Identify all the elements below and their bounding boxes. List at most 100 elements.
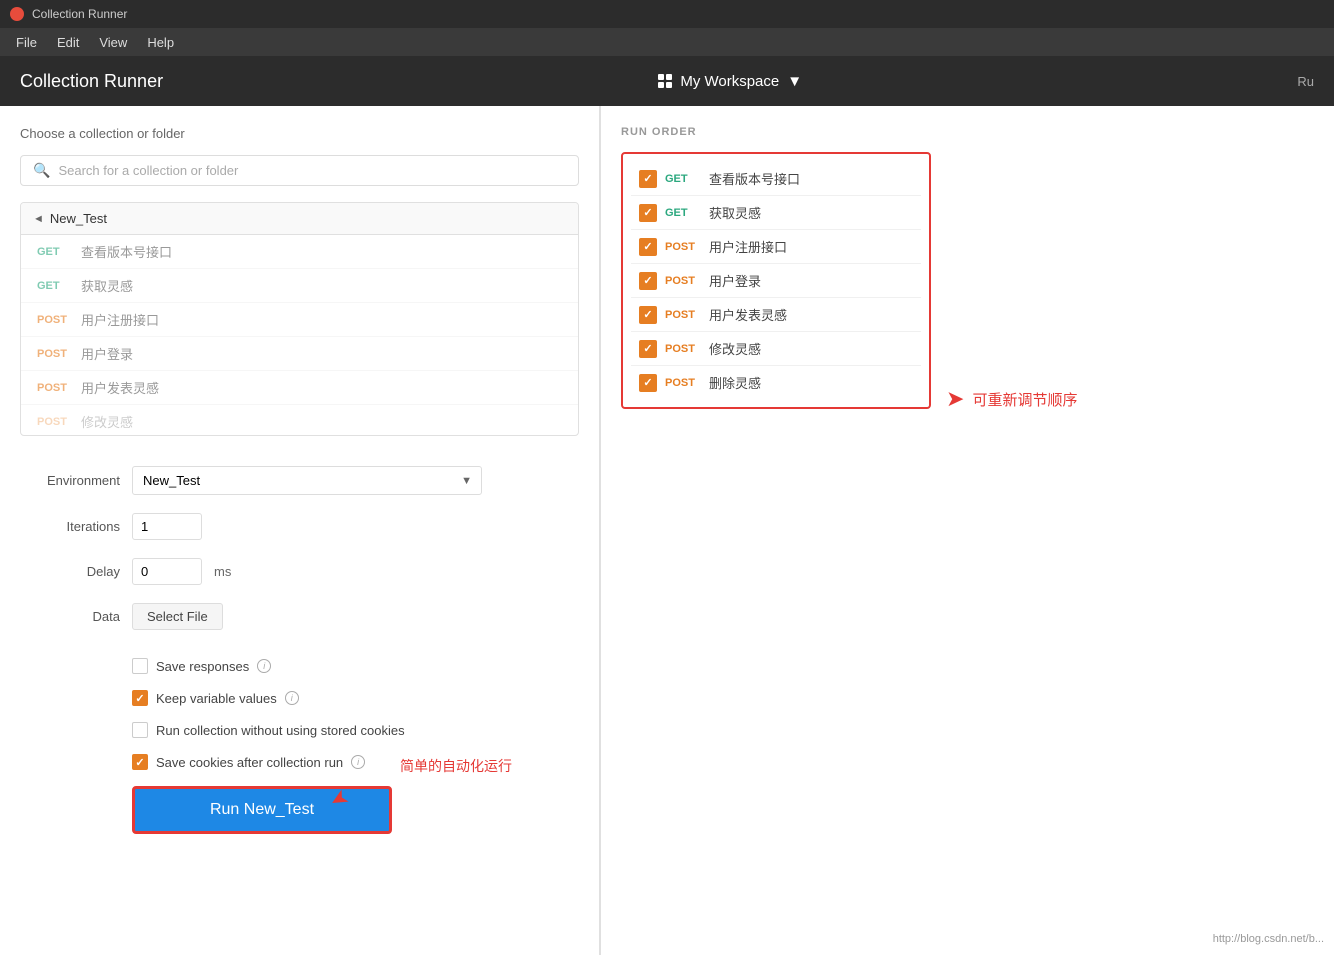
search-box: 🔍 — [20, 155, 579, 186]
run-item-name: 获取灵感 — [709, 203, 761, 222]
delay-row: Delay ms — [20, 558, 579, 585]
delay-label: Delay — [20, 564, 120, 579]
workspace-chevron: ▼ — [787, 73, 802, 90]
run-order-item: GET 查看版本号接口 — [631, 162, 921, 196]
method-badge: POST — [37, 314, 73, 326]
no-cookies-checkbox[interactable] — [132, 722, 148, 738]
run-order-item: POST 用户注册接口 — [631, 230, 921, 264]
list-item[interactable]: POST 修改灵感 — [21, 405, 578, 435]
menu-help[interactable]: Help — [139, 33, 182, 52]
title-bar: Collection Runner — [0, 0, 1334, 28]
workspace-name: My Workspace — [680, 73, 779, 90]
run-order-item: POST 修改灵感 — [631, 332, 921, 366]
run-item-method: POST — [665, 309, 701, 321]
environment-select[interactable]: New_Test — [132, 466, 482, 495]
run-button[interactable]: Run New_Test — [132, 786, 392, 834]
run-order-item: POST 用户登录 — [631, 264, 921, 298]
save-cookies-label: Save cookies after collection run — [156, 755, 343, 770]
panel-subtitle: Choose a collection or folder — [20, 126, 579, 141]
save-responses-checkbox[interactable] — [132, 658, 148, 674]
run-item-method: POST — [665, 275, 701, 287]
run-item-name: 用户注册接口 — [709, 237, 787, 256]
run-item-name: 用户发表灵感 — [709, 305, 787, 324]
run-item-checkbox[interactable] — [639, 374, 657, 392]
arrow-right-icon: ➤ — [946, 386, 964, 412]
keep-variable-info-icon[interactable]: i — [285, 691, 299, 705]
menu-file[interactable]: File — [8, 33, 45, 52]
bottom-annotation: 简单的自动化运行 — [400, 756, 512, 776]
save-responses-row: Save responses i — [20, 658, 579, 674]
method-badge: POST — [37, 416, 73, 428]
menu-bar: File Edit View Help — [0, 28, 1334, 56]
search-icon: 🔍 — [33, 162, 50, 179]
form-section: Environment New_Test ▼ Iterations Delay … — [20, 456, 579, 658]
iterations-input[interactable] — [132, 513, 202, 540]
run-item-name: 删除灵感 — [709, 373, 761, 392]
data-row: Data Select File — [20, 603, 579, 630]
run-order-box: GET 查看版本号接口 GET 获取灵感 POST 用户注册接口 POST 用户… — [621, 152, 931, 409]
right-annotation-area: ➤ 可重新调节顺序 — [946, 386, 1077, 412]
list-item[interactable]: POST 用户登录 — [21, 337, 578, 371]
workspace-selector[interactable]: My Workspace ▼ — [658, 73, 802, 90]
workspace-grid-icon — [658, 74, 672, 88]
header-right-label: Ru — [1297, 74, 1314, 89]
run-item-method: POST — [665, 377, 701, 389]
run-item-checkbox[interactable] — [639, 306, 657, 324]
reorder-annotation: 可重新调节顺序 — [972, 389, 1077, 410]
select-file-button[interactable]: Select File — [132, 603, 223, 630]
method-badge: POST — [37, 382, 73, 394]
run-item-name: 查看版本号接口 — [709, 169, 800, 188]
collection-tree: ◄ New_Test GET 查看版本号接口 GET 获取灵感 POST 用户注… — [20, 202, 579, 436]
watermark: http://blog.csdn.net/b... — [1213, 933, 1324, 945]
left-panel: Choose a collection or folder 🔍 ◄ New_Te… — [0, 106, 600, 955]
run-button-area: Run New_Test 简单的自动化运行 ➤ — [20, 786, 579, 834]
list-item[interactable]: GET 查看版本号接口 — [21, 235, 578, 269]
method-badge: GET — [37, 280, 73, 292]
search-input[interactable] — [58, 163, 566, 178]
run-item-checkbox[interactable] — [639, 204, 657, 222]
run-order-title: RUN ORDER — [621, 126, 1314, 138]
iterations-row: Iterations — [20, 513, 579, 540]
keep-variable-checkbox[interactable] — [132, 690, 148, 706]
collection-header[interactable]: ◄ New_Test — [21, 203, 578, 235]
run-order-item: GET 获取灵感 — [631, 196, 921, 230]
run-item-checkbox[interactable] — [639, 340, 657, 358]
keep-variable-label: Keep variable values — [156, 691, 277, 706]
menu-view[interactable]: View — [91, 33, 135, 52]
item-name: 用户登录 — [81, 344, 133, 363]
run-item-method: GET — [665, 207, 701, 219]
run-item-method: POST — [665, 343, 701, 355]
delay-unit: ms — [214, 564, 231, 579]
save-cookies-info-icon[interactable]: i — [351, 755, 365, 769]
item-name: 用户发表灵感 — [81, 378, 159, 397]
save-cookies-checkbox[interactable] — [132, 754, 148, 770]
run-order-item: POST 删除灵感 — [631, 366, 921, 399]
method-badge: POST — [37, 348, 73, 360]
header-bar: Collection Runner My Workspace ▼ Ru — [0, 56, 1334, 106]
delay-input[interactable] — [132, 558, 202, 585]
environment-row: Environment New_Test ▼ — [20, 466, 579, 495]
title-bar-text: Collection Runner — [32, 7, 127, 21]
method-badge: GET — [37, 246, 73, 258]
data-label: Data — [20, 609, 120, 624]
right-panel: RUN ORDER GET 查看版本号接口 GET 获取灵感 POST 用户注册… — [601, 106, 1334, 955]
item-name: 查看版本号接口 — [81, 242, 172, 261]
main-container: Choose a collection or folder 🔍 ◄ New_Te… — [0, 106, 1334, 955]
list-item[interactable]: POST 用户发表灵感 — [21, 371, 578, 405]
menu-edit[interactable]: Edit — [49, 33, 87, 52]
run-item-checkbox[interactable] — [639, 170, 657, 188]
list-item[interactable]: GET 获取灵感 — [21, 269, 578, 303]
keep-variable-row: Keep variable values i — [20, 690, 579, 706]
run-item-method: POST — [665, 241, 701, 253]
no-cookies-label: Run collection without using stored cook… — [156, 723, 405, 738]
collection-name: New_Test — [50, 211, 107, 226]
list-item[interactable]: POST 用户注册接口 — [21, 303, 578, 337]
header-title: Collection Runner — [20, 71, 163, 92]
save-responses-label: Save responses — [156, 659, 249, 674]
run-item-name: 用户登录 — [709, 271, 761, 290]
save-responses-info-icon[interactable]: i — [257, 659, 271, 673]
run-item-checkbox[interactable] — [639, 238, 657, 256]
collection-items: GET 查看版本号接口 GET 获取灵感 POST 用户注册接口 POST 用户… — [21, 235, 578, 435]
item-name: 获取灵感 — [81, 276, 133, 295]
run-item-checkbox[interactable] — [639, 272, 657, 290]
